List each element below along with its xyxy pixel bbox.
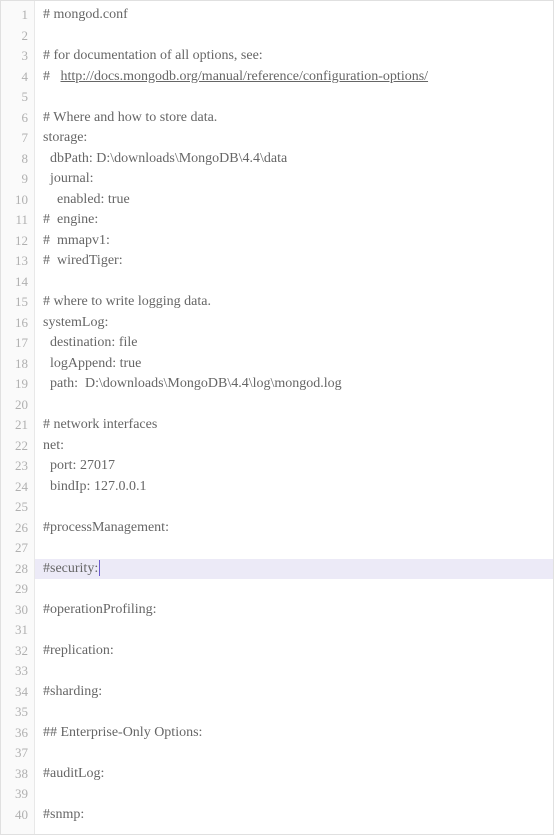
code-line[interactable] [35, 579, 553, 600]
line-number: 19 [1, 374, 34, 395]
line-number: 9 [1, 169, 34, 190]
code-line[interactable] [35, 497, 553, 518]
code-line[interactable]: systemLog: [35, 313, 553, 334]
line-number: 21 [1, 415, 34, 436]
line-number: 29 [1, 579, 34, 600]
line-number: 12 [1, 231, 34, 252]
code-line[interactable]: #operationProfiling: [35, 600, 553, 621]
line-number: 35 [1, 702, 34, 723]
code-line[interactable] [35, 743, 553, 764]
line-number: 7 [1, 128, 34, 149]
line-number: 4 [1, 67, 34, 88]
line-number: 20 [1, 395, 34, 416]
line-number: 40 [1, 805, 34, 826]
line-number: 25 [1, 497, 34, 518]
text-cursor [99, 560, 100, 576]
code-line[interactable]: #processManagement: [35, 518, 553, 539]
line-number: 30 [1, 600, 34, 621]
line-number: 10 [1, 190, 34, 211]
code-line[interactable]: # network interfaces [35, 415, 553, 436]
line-number: 24 [1, 477, 34, 498]
code-line[interactable]: #replication: [35, 641, 553, 662]
code-line[interactable]: #security: [35, 559, 553, 580]
code-line[interactable]: port: 27017 [35, 456, 553, 477]
line-number: 16 [1, 313, 34, 334]
code-line[interactable] [35, 272, 553, 293]
code-line[interactable]: #auditLog: [35, 764, 553, 785]
line-number: 15 [1, 292, 34, 313]
line-number: 31 [1, 620, 34, 641]
code-line[interactable]: # for documentation of all options, see: [35, 46, 553, 67]
line-number: 32 [1, 641, 34, 662]
line-number-gutter: 1234567891011121314151617181920212223242… [1, 1, 35, 834]
code-line[interactable]: journal: [35, 169, 553, 190]
code-line[interactable]: # http://docs.mongodb.org/manual/referen… [35, 67, 553, 88]
line-number: 3 [1, 46, 34, 67]
code-line[interactable] [35, 661, 553, 682]
line-number: 26 [1, 518, 34, 539]
line-number: 17 [1, 333, 34, 354]
code-line[interactable]: # wiredTiger: [35, 251, 553, 272]
code-line[interactable] [35, 395, 553, 416]
code-line[interactable] [35, 784, 553, 805]
code-line[interactable]: logAppend: true [35, 354, 553, 375]
line-number: 18 [1, 354, 34, 375]
line-number: 8 [1, 149, 34, 170]
code-line[interactable]: # mmapv1: [35, 231, 553, 252]
line-number: 39 [1, 784, 34, 805]
line-number: 36 [1, 723, 34, 744]
code-line[interactable]: ## Enterprise-Only Options: [35, 723, 553, 744]
config-doc-link[interactable]: http://docs.mongodb.org/manual/reference… [61, 69, 429, 84]
line-number: 33 [1, 661, 34, 682]
code-line[interactable]: net: [35, 436, 553, 457]
code-editor[interactable]: 1234567891011121314151617181920212223242… [0, 0, 554, 835]
line-number: 28 [1, 559, 34, 580]
line-number: 22 [1, 436, 34, 457]
line-number: 2 [1, 26, 34, 47]
code-line[interactable]: enabled: true [35, 190, 553, 211]
line-number: 27 [1, 538, 34, 559]
line-number: 11 [1, 210, 34, 231]
line-number: 1 [1, 5, 34, 26]
code-line[interactable]: storage: [35, 128, 553, 149]
code-line[interactable] [35, 87, 553, 108]
line-number: 5 [1, 87, 34, 108]
line-number: 38 [1, 764, 34, 785]
code-line[interactable]: #snmp: [35, 805, 553, 826]
line-number: 14 [1, 272, 34, 293]
line-number: 6 [1, 108, 34, 129]
code-line[interactable]: # where to write logging data. [35, 292, 553, 313]
line-number: 34 [1, 682, 34, 703]
line-number: 37 [1, 743, 34, 764]
code-line[interactable] [35, 620, 553, 641]
code-line[interactable] [35, 702, 553, 723]
code-line[interactable] [35, 538, 553, 559]
line-number: 13 [1, 251, 34, 272]
code-line[interactable]: #sharding: [35, 682, 553, 703]
code-area[interactable]: # mongod.conf # for documentation of all … [35, 1, 553, 834]
code-line[interactable]: path: D:\downloads\MongoDB\4.4\log\mongo… [35, 374, 553, 395]
code-line[interactable]: dbPath: D:\downloads\MongoDB\4.4\data [35, 149, 553, 170]
code-line[interactable]: # Where and how to store data. [35, 108, 553, 129]
code-line[interactable]: # mongod.conf [35, 5, 553, 26]
code-line[interactable] [35, 26, 553, 47]
code-line[interactable]: destination: file [35, 333, 553, 354]
line-number: 23 [1, 456, 34, 477]
code-line[interactable]: # engine: [35, 210, 553, 231]
code-line[interactable]: bindIp: 127.0.0.1 [35, 477, 553, 498]
